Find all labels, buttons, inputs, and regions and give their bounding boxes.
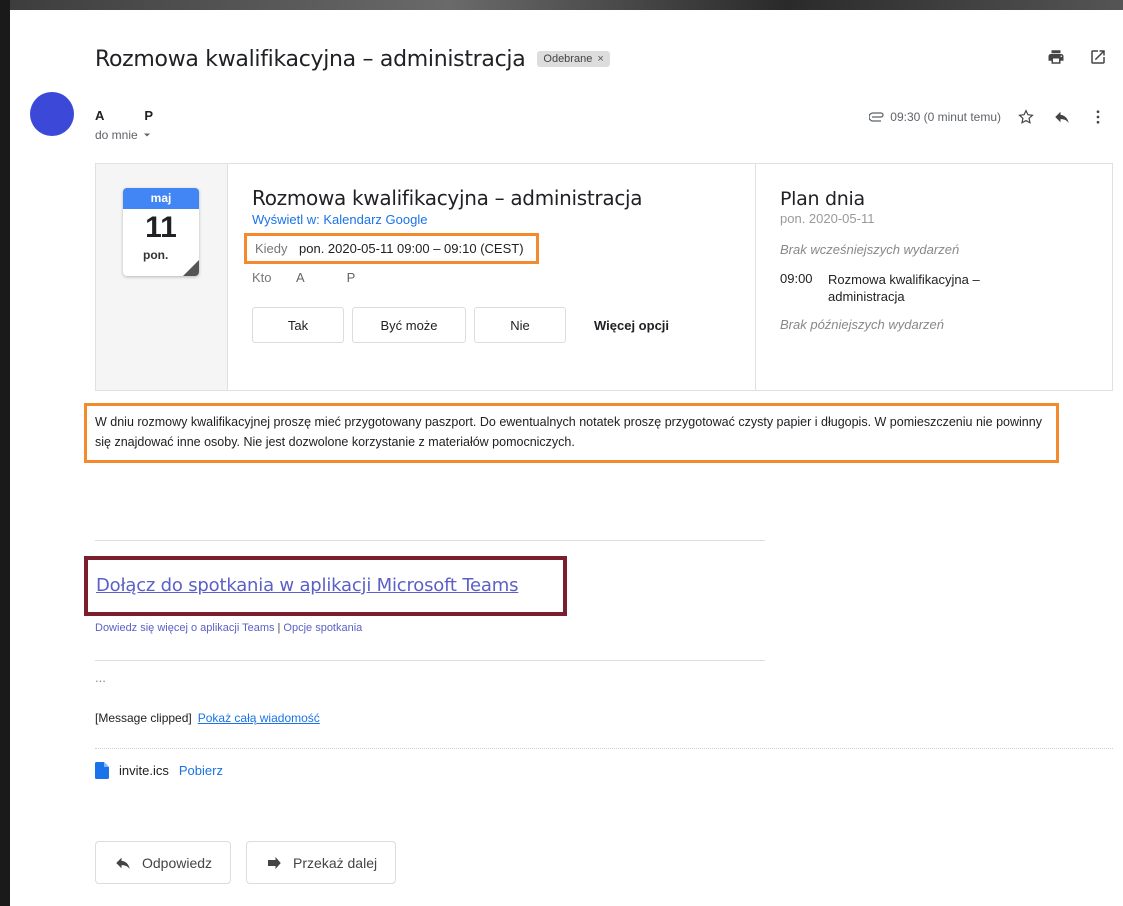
reply-button-label: Odpowiedz [142, 854, 213, 871]
calendar-invite-card: maj 11 pon. Rozmowa kwalifikacyjna – adm… [95, 163, 1113, 391]
attachment-clip-icon [869, 112, 884, 122]
event-description: W dniu rozmowy kwalifikacyjnej proszę mi… [84, 403, 1059, 463]
calendar-month: maj [123, 188, 199, 209]
agenda-date: pon. 2020-05-11 [780, 211, 875, 226]
calendar-page-fold [183, 260, 199, 276]
timestamp-text: 09:30 (0 minut temu) [890, 110, 1001, 124]
more-options-link[interactable]: Więcej opcji [594, 318, 669, 333]
event-title: Rozmowa kwalifikacyjna – administracja [252, 186, 643, 210]
subject-row: Rozmowa kwalifikacyjna – administracja O… [95, 44, 610, 74]
join-teams-meeting-link[interactable]: Dołącz do spotkania w aplikacji Microsof… [96, 575, 518, 596]
who-value: AP [296, 270, 397, 285]
email-subject: Rozmowa kwalifikacyjna – administracja [95, 46, 526, 72]
agenda-title: Plan dnia [780, 188, 865, 210]
agenda-no-earlier: Brak wcześniejszych wydarzeń [780, 242, 960, 257]
remove-label-icon[interactable]: × [597, 53, 603, 65]
inbox-label-chip[interactable]: Odebrane × [537, 51, 610, 67]
recipient-text: do mnie [95, 128, 138, 142]
chevron-down-icon [143, 133, 150, 137]
calendar-date-panel: maj 11 pon. [96, 164, 228, 390]
agenda-event[interactable]: 09:00 Rozmowa kwalifikacyjna – administr… [780, 271, 1112, 305]
rsvp-no-button[interactable]: Nie [474, 307, 566, 343]
divider-bottom [95, 660, 765, 661]
agenda-panel: Plan dnia pon. 2020-05-11 Brak wcześniej… [756, 164, 1112, 390]
view-in-calendar-link[interactable]: Wyświetl w: Kalendarz Google [252, 212, 755, 227]
event-when-row: Kiedy pon. 2020-05-11 09:00 – 09:10 (CES… [244, 233, 539, 264]
attachment-row: invite.ics Pobierz [95, 762, 223, 779]
download-attachment-link[interactable]: Pobierz [179, 763, 223, 778]
reply-arrow-icon [116, 857, 130, 869]
forward-button-label: Przekaż dalej [293, 854, 378, 871]
sender-first-initial: A [95, 108, 105, 123]
agenda-no-later: Brak późniejszych wydarzeń [780, 317, 945, 332]
inbox-label-text: Odebrane [543, 53, 593, 65]
star-icon[interactable] [1015, 106, 1037, 128]
recipient-details-toggle[interactable]: do mnie [95, 128, 152, 142]
rsvp-yes-button[interactable]: Tak [252, 307, 344, 343]
link-separator: | [277, 622, 281, 634]
divider-top [95, 540, 765, 541]
print-icon[interactable] [1045, 46, 1067, 68]
reply-actions: Odpowiedz Przekaż dalej [95, 841, 397, 884]
learn-more-teams-link[interactable]: Dowiedz się więcej o aplikacji Teams [95, 622, 275, 634]
rsvp-buttons: Tak Być może Nie Więcej opcji [252, 307, 755, 343]
sender-last-initial: P [144, 108, 154, 123]
window-top-strip [0, 0, 1123, 10]
who-last-initial: P [346, 270, 356, 285]
agenda-event-time: 09:00 [780, 271, 813, 286]
top-actions [1045, 46, 1109, 68]
when-label: Kiedy [255, 241, 288, 256]
calendar-day: 11 [145, 211, 177, 244]
clipped-text: [Message clipped] [95, 711, 192, 725]
rsvp-maybe-button[interactable]: Być może [352, 307, 466, 343]
reply-button[interactable]: Odpowiedz [95, 841, 232, 884]
message-meta: 09:30 (0 minut temu) [869, 106, 1109, 128]
when-value: pon. 2020-05-11 09:00 – 09:10 (CEST) [299, 241, 524, 256]
reply-icon[interactable] [1051, 106, 1073, 128]
message-clipped-notice: [Message clipped] Pokaż całą wiadomość [95, 711, 320, 725]
sender-name[interactable]: AP [95, 108, 193, 123]
event-details: Rozmowa kwalifikacyjna – administracja W… [228, 164, 756, 390]
attachment-name[interactable]: invite.ics [119, 763, 169, 778]
forward-arrow-icon [268, 856, 281, 869]
teams-sub-links: Dowiedz się więcej o aplikacji Teams | Opc… [95, 622, 362, 634]
forward-button[interactable]: Przekaż dalej [246, 841, 397, 884]
trimmed-content-ellipsis[interactable]: ... [95, 670, 106, 685]
sender-avatar[interactable] [30, 92, 74, 136]
attachment-divider [95, 748, 1113, 749]
meeting-options-link[interactable]: Opcje spotkania [283, 622, 362, 634]
open-in-new-window-icon[interactable] [1087, 46, 1109, 68]
teams-join-highlight: Dołącz do spotkania w aplikacji Microsof… [84, 556, 567, 616]
who-first-initial: A [296, 270, 305, 285]
calendar-date-icon: maj 11 pon. [123, 188, 199, 276]
timestamp: 09:30 (0 minut temu) [869, 110, 1001, 124]
window-left-strip [0, 0, 10, 906]
who-label: Kto [252, 270, 272, 285]
file-icon [95, 762, 109, 779]
show-full-message-link[interactable]: Pokaż całą wiadomość [198, 711, 320, 725]
event-who-row: Kto AP [252, 270, 755, 285]
more-options-icon[interactable] [1087, 106, 1109, 128]
agenda-event-name: Rozmowa kwalifikacyjna – administracja [828, 272, 980, 304]
